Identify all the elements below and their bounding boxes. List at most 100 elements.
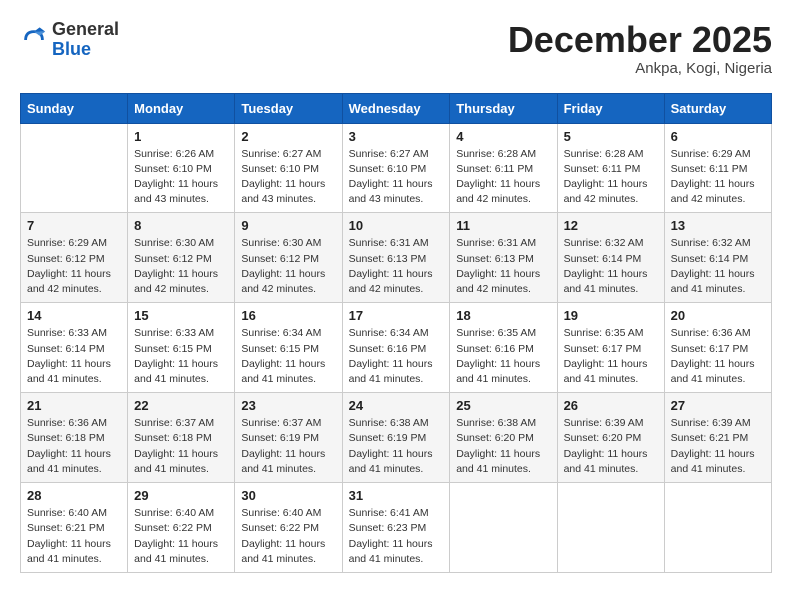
day-info: Sunrise: 6:41 AMSunset: 6:23 PMDaylight:… (349, 506, 444, 567)
day-info: Sunrise: 6:30 AMSunset: 6:12 PMDaylight:… (134, 236, 228, 297)
day-info: Sunrise: 6:29 AMSunset: 6:12 PMDaylight:… (27, 236, 121, 297)
calendar-cell (21, 123, 128, 213)
title-area: December 2025 Ankpa, Kogi, Nigeria (508, 20, 772, 77)
calendar-cell: 26 Sunrise: 6:39 AMSunset: 6:20 PMDayligh… (557, 393, 664, 483)
day-number: 9 (241, 218, 335, 233)
day-info: Sunrise: 6:38 AMSunset: 6:19 PMDaylight:… (349, 416, 444, 477)
week-row-3: 14 Sunrise: 6:33 AMSunset: 6:14 PMDayligh… (21, 303, 772, 393)
calendar-cell: 28 Sunrise: 6:40 AMSunset: 6:21 PMDayligh… (21, 483, 128, 573)
day-number: 14 (27, 308, 121, 323)
calendar-cell: 30Sunrise: 6:40 AMSunset: 6:22 PMDayligh… (235, 483, 342, 573)
weekday-header-tuesday: Tuesday (235, 93, 342, 123)
header: General Blue December 2025 Ankpa, Kogi, … (20, 20, 772, 77)
calendar-cell: 10 Sunrise: 6:31 AMSunset: 6:13 PMDayligh… (342, 213, 450, 303)
day-number: 12 (564, 218, 658, 233)
day-info: Sunrise: 6:40 AMSunset: 6:21 PMDaylight:… (27, 506, 121, 567)
day-number: 7 (27, 218, 121, 233)
calendar-cell: 23Sunrise: 6:37 AMSunset: 6:19 PMDayligh… (235, 393, 342, 483)
day-info: Sunrise: 6:37 AMSunset: 6:18 PMDaylight:… (134, 416, 228, 477)
day-number: 28 (27, 488, 121, 503)
weekday-header-thursday: Thursday (450, 93, 557, 123)
day-number: 10 (349, 218, 444, 233)
calendar-cell: 7 Sunrise: 6:29 AMSunset: 6:12 PMDaylight… (21, 213, 128, 303)
calendar-cell: 11 Sunrise: 6:31 AMSunset: 6:13 PMDayligh… (450, 213, 557, 303)
day-number: 25 (456, 398, 550, 413)
calendar-cell: 21 Sunrise: 6:36 AMSunset: 6:18 PMDayligh… (21, 393, 128, 483)
day-info: Sunrise: 6:28 AMSunset: 6:11 PMDaylight:… (456, 147, 550, 208)
day-number: 15 (134, 308, 228, 323)
calendar-cell: 19Sunrise: 6:35 AMSunset: 6:17 PMDayligh… (557, 303, 664, 393)
calendar-cell: 22 Sunrise: 6:37 AMSunset: 6:18 PMDayligh… (128, 393, 235, 483)
week-row-1: 1 Sunrise: 6:26 AMSunset: 6:10 PMDaylight… (21, 123, 772, 213)
day-info: Sunrise: 6:39 AMSunset: 6:21 PMDaylight:… (671, 416, 765, 477)
day-number: 2 (241, 129, 335, 144)
day-info: Sunrise: 6:32 AMSunset: 6:14 PMDaylight:… (671, 236, 765, 297)
calendar: SundayMondayTuesdayWednesdayThursdayFrid… (20, 93, 772, 573)
day-number: 30 (241, 488, 335, 503)
weekday-header-saturday: Saturday (664, 93, 771, 123)
day-number: 20 (671, 308, 765, 323)
calendar-cell: 31 Sunrise: 6:41 AMSunset: 6:23 PMDayligh… (342, 483, 450, 573)
calendar-cell: 20 Sunrise: 6:36 AMSunset: 6:17 PMDayligh… (664, 303, 771, 393)
logo-text: General Blue (52, 20, 119, 60)
day-number: 24 (349, 398, 444, 413)
day-info: Sunrise: 6:27 AMSunset: 6:10 PMDaylight:… (241, 147, 335, 208)
day-info: Sunrise: 6:34 AMSunset: 6:16 PMDaylight:… (349, 326, 444, 387)
logo-icon (20, 26, 48, 54)
weekday-header-monday: Monday (128, 93, 235, 123)
day-number: 6 (671, 129, 765, 144)
day-number: 22 (134, 398, 228, 413)
location: Ankpa, Kogi, Nigeria (508, 60, 772, 77)
day-info: Sunrise: 6:39 AMSunset: 6:20 PMDaylight:… (564, 416, 658, 477)
week-row-5: 28 Sunrise: 6:40 AMSunset: 6:21 PMDayligh… (21, 483, 772, 573)
day-number: 19 (564, 308, 658, 323)
day-info: Sunrise: 6:37 AMSunset: 6:19 PMDaylight:… (241, 416, 335, 477)
day-info: Sunrise: 6:36 AMSunset: 6:17 PMDaylight:… (671, 326, 765, 387)
day-number: 29 (134, 488, 228, 503)
calendar-cell: 4Sunrise: 6:28 AMSunset: 6:11 PMDaylight… (450, 123, 557, 213)
day-info: Sunrise: 6:29 AMSunset: 6:11 PMDaylight:… (671, 147, 765, 208)
day-number: 31 (349, 488, 444, 503)
calendar-cell: 25Sunrise: 6:38 AMSunset: 6:20 PMDayligh… (450, 393, 557, 483)
day-info: Sunrise: 6:31 AMSunset: 6:13 PMDaylight:… (349, 236, 444, 297)
calendar-cell (664, 483, 771, 573)
day-info: Sunrise: 6:35 AMSunset: 6:16 PMDaylight:… (456, 326, 550, 387)
calendar-cell: 15Sunrise: 6:33 AMSunset: 6:15 PMDayligh… (128, 303, 235, 393)
calendar-cell (450, 483, 557, 573)
day-info: Sunrise: 6:27 AMSunset: 6:10 PMDaylight:… (349, 147, 444, 208)
week-row-2: 7 Sunrise: 6:29 AMSunset: 6:12 PMDaylight… (21, 213, 772, 303)
month-title: December 2025 (508, 20, 772, 60)
calendar-cell: 8Sunrise: 6:30 AMSunset: 6:12 PMDaylight… (128, 213, 235, 303)
calendar-cell: 12Sunrise: 6:32 AMSunset: 6:14 PMDayligh… (557, 213, 664, 303)
calendar-cell: 6 Sunrise: 6:29 AMSunset: 6:11 PMDaylight… (664, 123, 771, 213)
day-number: 18 (456, 308, 550, 323)
logo-blue: Blue (52, 39, 91, 59)
day-info: Sunrise: 6:26 AMSunset: 6:10 PMDaylight:… (134, 147, 228, 208)
calendar-cell: 16Sunrise: 6:34 AMSunset: 6:15 PMDayligh… (235, 303, 342, 393)
calendar-cell: 9 Sunrise: 6:30 AMSunset: 6:12 PMDaylight… (235, 213, 342, 303)
weekday-header-friday: Friday (557, 93, 664, 123)
logo: General Blue (20, 20, 119, 60)
day-number: 1 (134, 129, 228, 144)
logo-general: General (52, 19, 119, 39)
calendar-cell: 2 Sunrise: 6:27 AMSunset: 6:10 PMDaylight… (235, 123, 342, 213)
calendar-cell: 29 Sunrise: 6:40 AMSunset: 6:22 PMDayligh… (128, 483, 235, 573)
day-number: 17 (349, 308, 444, 323)
day-number: 11 (456, 218, 550, 233)
weekday-header-sunday: Sunday (21, 93, 128, 123)
calendar-cell: 27 Sunrise: 6:39 AMSunset: 6:21 PMDayligh… (664, 393, 771, 483)
calendar-cell: 17 Sunrise: 6:34 AMSunset: 6:16 PMDayligh… (342, 303, 450, 393)
calendar-cell: 18 Sunrise: 6:35 AMSunset: 6:16 PMDayligh… (450, 303, 557, 393)
day-info: Sunrise: 6:31 AMSunset: 6:13 PMDaylight:… (456, 236, 550, 297)
day-info: Sunrise: 6:33 AMSunset: 6:14 PMDaylight:… (27, 326, 121, 387)
day-info: Sunrise: 6:36 AMSunset: 6:18 PMDaylight:… (27, 416, 121, 477)
day-info: Sunrise: 6:40 AMSunset: 6:22 PMDaylight:… (134, 506, 228, 567)
weekday-header-row: SundayMondayTuesdayWednesdayThursdayFrid… (21, 93, 772, 123)
day-number: 3 (349, 129, 444, 144)
day-info: Sunrise: 6:30 AMSunset: 6:12 PMDaylight:… (241, 236, 335, 297)
day-number: 27 (671, 398, 765, 413)
day-number: 13 (671, 218, 765, 233)
day-number: 26 (564, 398, 658, 413)
day-number: 21 (27, 398, 121, 413)
calendar-cell: 13 Sunrise: 6:32 AMSunset: 6:14 PMDayligh… (664, 213, 771, 303)
